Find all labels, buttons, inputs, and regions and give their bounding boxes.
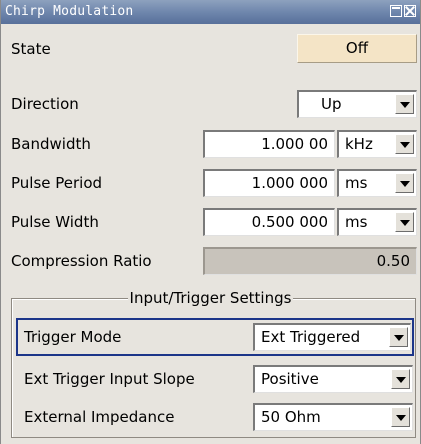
bandwidth-unit-value: kHz [345,135,373,153]
pulse-period-input[interactable]: 1.000 000 [203,169,335,197]
trigger-settings-title: Input/Trigger Settings [127,289,294,307]
compression-ratio-label: Compression Ratio [11,252,152,270]
state-toggle-button[interactable]: Off [297,34,417,63]
state-label: State [11,40,51,58]
trigger-mode-label: Trigger Mode [24,328,122,346]
pulse-period-unit-select[interactable]: ms [337,169,417,197]
chevron-down-icon[interactable] [395,212,414,232]
bandwidth-label: Bandwidth [11,135,91,153]
chirp-modulation-dialog: Chirp Modulation State Off Direction Up … [0,0,421,444]
pulse-period-label: Pulse Period [11,174,103,192]
bandwidth-unit-select[interactable]: kHz [337,130,417,158]
external-impedance-label: External Impedance [24,408,175,426]
title-bar: Chirp Modulation [1,0,420,24]
trigger-mode-select[interactable]: Ext Triggered [253,323,411,351]
direction-select[interactable]: Up [297,90,417,118]
compression-ratio-value: 0.50 [203,247,417,275]
pulse-width-label: Pulse Width [11,213,99,231]
external-impedance-select[interactable]: 50 Ohm [253,403,413,431]
ext-trigger-slope-label: Ext Trigger Input Slope [24,370,195,388]
chevron-down-icon[interactable] [395,173,414,193]
pulse-width-input[interactable]: 0.500 000 [203,208,335,236]
chevron-down-icon[interactable] [391,407,410,427]
ext-trigger-slope-select[interactable]: Positive [253,365,413,393]
chevron-down-icon[interactable] [391,369,410,389]
close-icon[interactable] [404,5,416,17]
trigger-mode-value: Ext Triggered [261,328,361,346]
ext-trigger-slope-value: Positive [261,370,319,388]
chevron-down-icon[interactable] [389,327,408,347]
bandwidth-input[interactable]: 1.000 00 [203,130,335,158]
pulse-width-unit-value: ms [345,213,368,231]
maximize-icon[interactable] [390,5,402,17]
external-impedance-value: 50 Ohm [261,408,321,426]
pulse-period-unit-value: ms [345,174,368,192]
direction-value: Up [321,95,342,113]
window-title: Chirp Modulation [5,4,134,19]
direction-label: Direction [11,95,79,113]
chevron-down-icon[interactable] [395,94,414,114]
pulse-width-unit-select[interactable]: ms [337,208,417,236]
chevron-down-icon[interactable] [395,134,414,154]
